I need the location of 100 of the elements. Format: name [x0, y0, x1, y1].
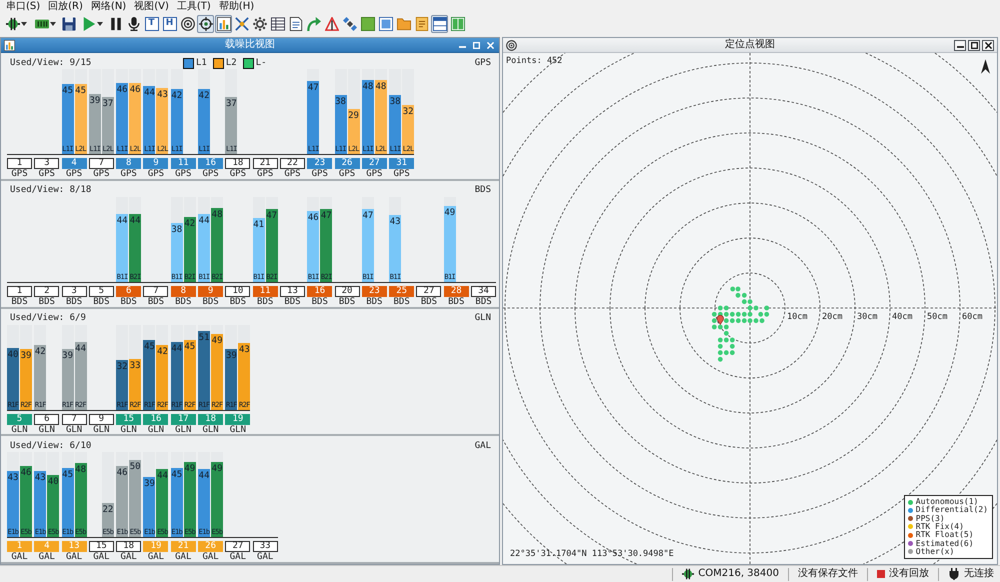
- toolbar-button[interactable]: [215, 14, 232, 32]
- satellite-id-tag: 8: [116, 158, 142, 169]
- toolbar-button[interactable]: [179, 14, 196, 32]
- menu-item[interactable]: 帮助(H): [218, 0, 254, 14]
- menu-item[interactable]: 串口(S): [6, 0, 40, 14]
- signal-value: 49: [444, 208, 456, 218]
- close-icon: [486, 42, 494, 48]
- satellite-id-tag: 1: [7, 541, 32, 552]
- signal-value: 33: [130, 360, 141, 370]
- satellite-id-tag: 22: [280, 158, 305, 169]
- system-name: BDS: [201, 296, 220, 307]
- satellite-id-tag: 15: [116, 414, 142, 424]
- signal-value: 32: [116, 362, 128, 372]
- signal-value: 46: [308, 212, 319, 223]
- toolbar-button[interactable]: [251, 14, 268, 32]
- panel-title: 定位点视图: [725, 38, 775, 52]
- signal-value: 48: [75, 465, 86, 476]
- legend-label: L1: [196, 58, 207, 68]
- close-button[interactable]: [982, 40, 994, 50]
- satellite-id-tag: 13: [62, 541, 87, 552]
- satellite-id-tag: 6: [34, 414, 60, 424]
- play-icon: [82, 16, 96, 30]
- north-arrow-icon: [981, 59, 990, 74]
- toolbar-button[interactable]: [341, 14, 358, 32]
- signal-value: 47: [266, 211, 278, 222]
- scale-label: 30cm: [857, 312, 878, 322]
- system-label: GPS: [474, 58, 492, 68]
- layout-icon: [432, 16, 446, 30]
- crosshair-icon: [198, 16, 212, 30]
- menu-item[interactable]: 工具(T): [176, 0, 211, 14]
- signal-value: 39: [20, 351, 32, 362]
- satellite-count: Used/View: 6/9: [9, 313, 87, 324]
- maximize-button[interactable]: [968, 40, 980, 50]
- satellite-id-tag: 16: [198, 158, 224, 169]
- satellite-id-tag: 26: [334, 158, 360, 169]
- signal-value: 43: [8, 472, 18, 483]
- square-icon: [360, 16, 374, 30]
- system-name: GLN: [92, 424, 111, 434]
- toolbar-button[interactable]: [60, 14, 77, 32]
- signal-value: 29: [348, 111, 359, 122]
- toolbar-button[interactable]: [323, 14, 340, 32]
- signal-value: 44: [198, 471, 210, 482]
- system-name: GPS: [10, 169, 29, 179]
- toolbar-button[interactable]: [377, 14, 394, 32]
- signal-value: 43: [157, 90, 168, 100]
- arrow-icon: [306, 16, 320, 30]
- pause-icon: [108, 16, 122, 30]
- satellite-count: Used/View: 8/18: [9, 185, 92, 196]
- scale-label: 50cm: [927, 312, 948, 322]
- signal-value: 42: [184, 218, 196, 229]
- system-name: GPS: [365, 169, 384, 179]
- letter-button[interactable]: H: [162, 16, 176, 30]
- system-label: GLN: [474, 313, 492, 324]
- signal-value: 47: [320, 211, 332, 222]
- system-name: GLN: [64, 424, 84, 434]
- signal-value: 40: [8, 350, 18, 360]
- system-name: GAL: [38, 552, 56, 562]
- bar-chart-icon: [216, 16, 230, 30]
- signal-value: 38: [390, 97, 401, 108]
- signal-value: 43: [238, 345, 250, 356]
- target-icon: [180, 16, 194, 30]
- signal-value: 38: [335, 97, 346, 108]
- system-name: GAL: [92, 552, 111, 562]
- letter-button[interactable]: T: [144, 16, 158, 30]
- menu-item[interactable]: 回放(R): [48, 0, 83, 14]
- system-name: BDS: [174, 296, 192, 307]
- satellite-id-tag: 33: [252, 541, 278, 552]
- microphone-icon: [126, 16, 140, 30]
- system-name: GPS: [310, 169, 329, 179]
- toolbar-button[interactable]: [197, 14, 214, 32]
- satellite-id-tag: 3: [62, 286, 87, 297]
- system-name: GLN: [174, 424, 192, 434]
- satellite-id-tag: 23: [307, 158, 332, 169]
- signal-value: 45: [75, 86, 86, 96]
- satellite-id-tag: 27: [225, 541, 250, 552]
- connector-icon: [682, 568, 694, 580]
- system-name: GLN: [10, 424, 29, 434]
- satellite-id-tag: 16: [143, 414, 168, 424]
- toolbar-button[interactable]: [269, 14, 286, 32]
- signal-value: 46: [130, 84, 141, 95]
- satellite-id-tag: 21: [252, 158, 278, 169]
- signal-value: 42: [157, 346, 168, 357]
- system-name: BDS: [474, 296, 493, 307]
- signal-value: 37: [102, 98, 114, 109]
- signal-value: 44: [75, 344, 86, 354]
- signal-value: 46: [116, 468, 128, 478]
- document-icon: [288, 16, 302, 30]
- system-name: BDS: [338, 296, 356, 307]
- toolbar-button[interactable]: [431, 14, 448, 32]
- toolbar-button[interactable]: [287, 14, 304, 32]
- minimize-button[interactable]: [954, 40, 966, 50]
- system-name: GLN: [38, 424, 56, 434]
- menu-item[interactable]: 网络(N): [90, 0, 126, 14]
- signal-value: 43: [390, 217, 401, 228]
- system-name: GPS: [64, 169, 84, 179]
- maximize-icon: [472, 42, 480, 48]
- signal-value: 48: [375, 82, 386, 92]
- menu-item[interactable]: 视图(V): [134, 0, 169, 14]
- system-name: BDS: [392, 296, 411, 307]
- system-name: GPS: [120, 169, 138, 179]
